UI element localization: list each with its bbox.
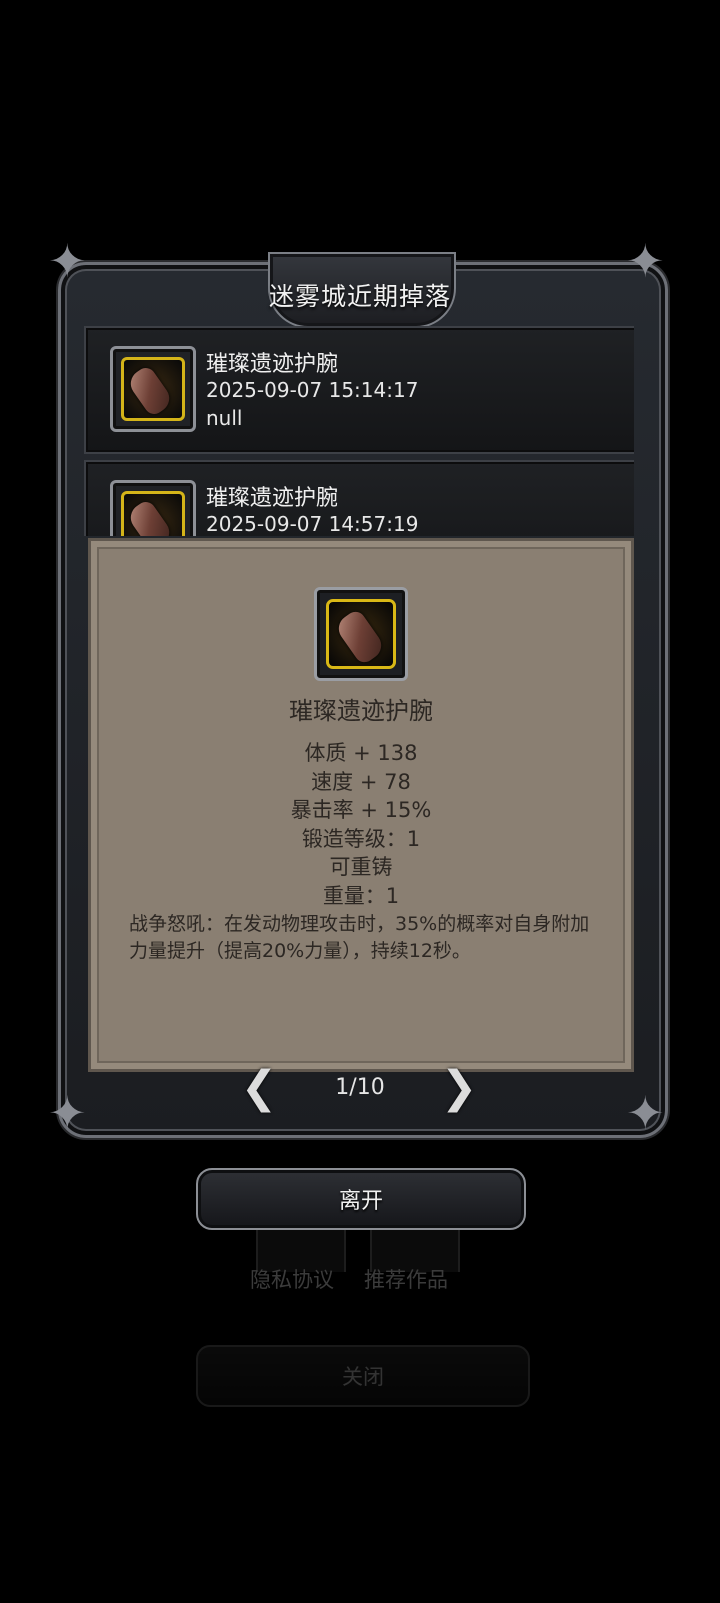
tooltip-item-icon [314,587,408,681]
item-name: 璀璨遗迹护腕 [206,352,339,377]
tooltip-description: 战争怒吼：在发动物理攻击时，35%的概率对自身附加力量提升（提高20%力量），持… [129,913,590,962]
frame-corner-ornament: ✦ [48,1086,87,1140]
privacy-label: 隐私协议 [250,1268,334,1292]
chevron-right-icon[interactable]: ❯ [436,1066,482,1110]
list-item[interactable]: 璀璨遗迹护腕 2025-09-07 14:57:19 [84,460,634,536]
chevron-left-icon[interactable]: ❮ [236,1066,282,1110]
item-extra: null [206,406,243,430]
stat-line: 重量：1 [322,883,400,908]
frame-corner-ornament: ✦ [626,1086,665,1140]
tooltip-item-name: 璀璨遗迹护腕 [289,697,433,725]
item-tooltip: 璀璨遗迹护腕 体质 + 138 速度 + 78 暴击率 + 15% 锻造等级：1… [88,538,634,1072]
recommended-label: 推荐作品 [364,1268,448,1292]
leave-button[interactable]: 离开 [196,1168,526,1230]
item-name: 璀璨遗迹护腕 [206,486,339,511]
stat-line: 体质 + 138 [304,741,418,765]
stat-line: 可重铸 [329,855,393,879]
item-time: 2025-09-07 15:14:17 [206,378,419,402]
bracer-icon [125,498,175,536]
stat-line: 锻造等级：1 [301,826,421,851]
list-item[interactable]: 璀璨遗迹护腕 2025-09-07 15:14:17 null [84,326,634,454]
bracer-icon [125,364,175,418]
background-menu: 隐私协议 推荐作品 [250,1222,466,1292]
bracer-icon [333,607,387,667]
stat-line: 速度 + 78 [311,769,411,794]
tooltip-stats: 体质 + 138 速度 + 78 暴击率 + 15% 锻造等级：1 可重铸 重量… [91,739,631,910]
background-close-label: 关闭 [342,1365,384,1389]
bracer-item-icon[interactable] [110,480,196,536]
dialog-title: 迷雾城近期掉落 [268,282,451,311]
leave-button-label: 离开 [338,1189,383,1214]
drop-list[interactable]: 璀璨遗迹护腕 2025-09-07 15:14:17 null 璀璨遗迹护腕 2… [84,326,634,536]
background-close-button: 关闭 [196,1345,530,1407]
page-indicator: 1/10 [335,1075,385,1100]
bracer-item-icon[interactable] [110,346,196,432]
stat-line: 暴击率 + 15% [290,798,432,822]
item-time: 2025-09-07 14:57:19 [206,512,419,536]
screen: 隐私协议 推荐作品 关闭 ✦ ✦ ✦ ✦ 迷雾城近期掉落 璀璨遗迹护腕 2025… [0,0,720,1603]
